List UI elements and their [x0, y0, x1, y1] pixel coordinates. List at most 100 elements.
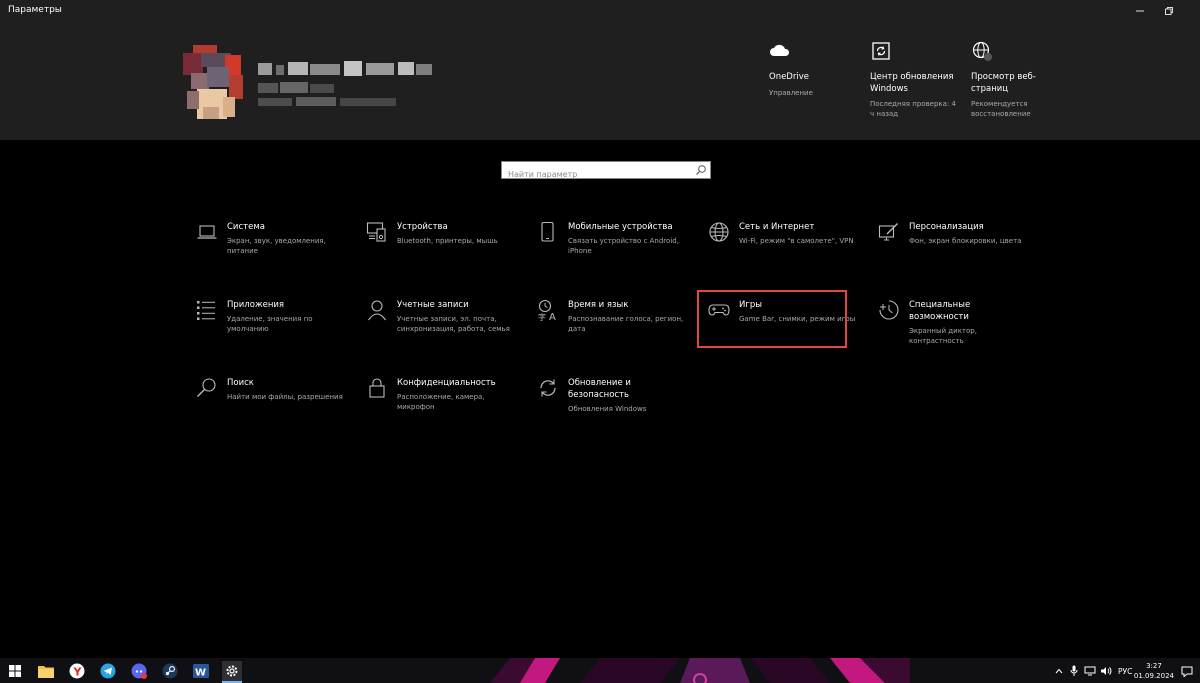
onedrive-subtitle: Управление [769, 88, 813, 97]
category-subtitle: Wi-Fi, режим "в самолете", VPN [739, 237, 854, 245]
category-title: Устройства [397, 222, 448, 232]
taskbar-discord[interactable] [129, 661, 149, 681]
search-icon [197, 378, 216, 397]
restore-icon [1165, 7, 1173, 15]
tray-microphone[interactable] [1068, 661, 1080, 681]
network-icon [1084, 666, 1096, 676]
notification-icon [1181, 666, 1193, 677]
tray-network[interactable] [1083, 661, 1097, 681]
category-accounts[interactable]: Учетные записи Учетные записи, эл. почта… [366, 299, 516, 359]
tray-language[interactable]: РУС [1118, 667, 1132, 676]
category-time-language[interactable]: A 字 Время и язык Распознавание голоса, р… [537, 299, 687, 359]
window-title: Параметры [8, 5, 62, 15]
lock-icon [369, 378, 385, 398]
start-button[interactable] [5, 661, 25, 681]
category-title: Персонализация [909, 222, 984, 232]
search-icon[interactable] [695, 164, 707, 176]
category-subtitle: Связать устройство с Android, iPhone [568, 237, 679, 255]
redacted-account-type [258, 82, 334, 93]
category-title: Специальные возможности [909, 300, 971, 322]
category-network[interactable]: Сеть и Интернет Wi-Fi, режим "в самолете… [708, 221, 858, 281]
word-icon: W [193, 664, 209, 679]
category-subtitle: Найти мои файлы, разрешения [227, 393, 343, 401]
windows-logo-icon [9, 665, 21, 677]
discord-icon [131, 663, 147, 679]
steam-icon [162, 663, 178, 679]
time-language-icon: A 字 [538, 299, 556, 321]
web-browsing-title: Просмотр веб-страниц [971, 72, 1036, 94]
clock-time: 3:27 [1146, 662, 1162, 670]
category-title: Сеть и Интернет [739, 222, 815, 232]
taskbar: Y W РУС 3:27 01.09.2024 [0, 658, 1200, 683]
clock-date: 01.09.2024 [1133, 672, 1174, 680]
chevron-up-icon [1055, 668, 1063, 674]
taskbar-explorer[interactable] [36, 661, 56, 681]
onedrive-tile[interactable]: OneDrive Управление [769, 40, 859, 98]
category-mobile-devices[interactable]: Мобильные устройства Связать устройство … [537, 221, 687, 281]
redacted-user-name [258, 61, 432, 76]
search-input[interactable] [502, 166, 693, 183]
globe-warning-icon [972, 41, 992, 61]
onedrive-title: OneDrive [769, 72, 809, 82]
category-apps[interactable]: Приложения Удаление, значения по умолчан… [196, 299, 346, 359]
cloud-icon [770, 44, 790, 56]
sync-icon [540, 379, 556, 397]
category-subtitle: Обновления Windows [568, 405, 647, 413]
highlight-frame [697, 290, 847, 348]
redacted-email [258, 97, 396, 106]
category-subtitle: Распознавание голоса, регион, дата [568, 315, 684, 333]
telegram-icon [100, 663, 116, 679]
category-subtitle: Расположение, камера, микрофон [397, 393, 485, 411]
tray-volume[interactable] [1099, 661, 1113, 681]
globe-icon [709, 222, 729, 242]
taskbar-telegram[interactable] [98, 661, 118, 681]
taskbar-yandex-browser[interactable]: Y [67, 661, 87, 681]
tray-notifications[interactable] [1180, 661, 1194, 681]
category-subtitle: Экранный диктор, контрастность [909, 327, 977, 345]
gear-icon [226, 665, 238, 677]
devices-icon [366, 222, 386, 242]
minimize-button[interactable] [1125, 0, 1155, 22]
web-browsing-tile[interactable]: Просмотр веб-страниц Рекомендуется восст… [971, 40, 1061, 119]
title-bar: Параметры [0, 0, 1200, 22]
volume-icon [1101, 667, 1112, 675]
phone-icon [541, 221, 554, 242]
paint-icon [878, 223, 898, 241]
category-system[interactable]: Система Экран, звук, уведомления, питани… [196, 221, 346, 281]
category-privacy[interactable]: Конфиденциальность Расположение, камера,… [366, 377, 516, 437]
tray-overflow-button[interactable] [1053, 661, 1065, 681]
apps-list-icon [197, 301, 215, 320]
category-subtitle: Экран, звук, уведомления, питание [227, 237, 326, 255]
taskbar-word[interactable]: W [191, 661, 211, 681]
category-search[interactable]: Поиск Найти мои файлы, разрешения [196, 377, 346, 437]
category-title: Время и язык [568, 300, 629, 310]
category-personalization[interactable]: Персонализация Фон, экран блокировки, цв… [878, 221, 1028, 281]
category-subtitle: Фон, экран блокировки, цвета [909, 237, 1022, 245]
wallpaper-art [490, 658, 910, 683]
category-update-security[interactable]: Обновление и безопасность Обновления Win… [537, 377, 687, 437]
maximize-button[interactable] [1154, 0, 1184, 22]
category-title: Учетные записи [397, 300, 469, 310]
svg-text:A: A [549, 312, 556, 321]
taskbar-steam[interactable] [160, 661, 180, 681]
category-title: Приложения [227, 300, 285, 310]
accessibility-icon [879, 300, 899, 320]
category-accessibility[interactable]: Специальные возможности Экранный диктор,… [878, 299, 1028, 359]
laptop-icon [197, 225, 217, 239]
category-devices[interactable]: Устройства Bluetooth, принтеры, мышь [366, 221, 516, 281]
microphone-icon [1070, 665, 1078, 676]
svg-text:字: 字 [538, 312, 546, 321]
svg-text:Y: Y [73, 666, 83, 679]
avatar[interactable] [183, 45, 245, 122]
tray-clock[interactable]: 3:27 01.09.2024 [1134, 661, 1174, 681]
category-subtitle: Учетные записи, эл. почта, синхронизация… [397, 315, 510, 333]
web-browsing-subtitle: Рекомендуется восстановление [971, 100, 1031, 118]
category-title: Обновление и безопасность [568, 378, 631, 400]
folder-icon [38, 666, 54, 678]
category-subtitle: Bluetooth, принтеры, мышь [397, 237, 498, 245]
search-box[interactable] [501, 161, 711, 183]
category-title: Конфиденциальность [397, 378, 496, 388]
windows-update-tile[interactable]: Центр обновления Windows Последняя прове… [870, 40, 960, 119]
category-subtitle: Удаление, значения по умолчанию [227, 315, 313, 333]
taskbar-settings[interactable] [222, 661, 242, 681]
